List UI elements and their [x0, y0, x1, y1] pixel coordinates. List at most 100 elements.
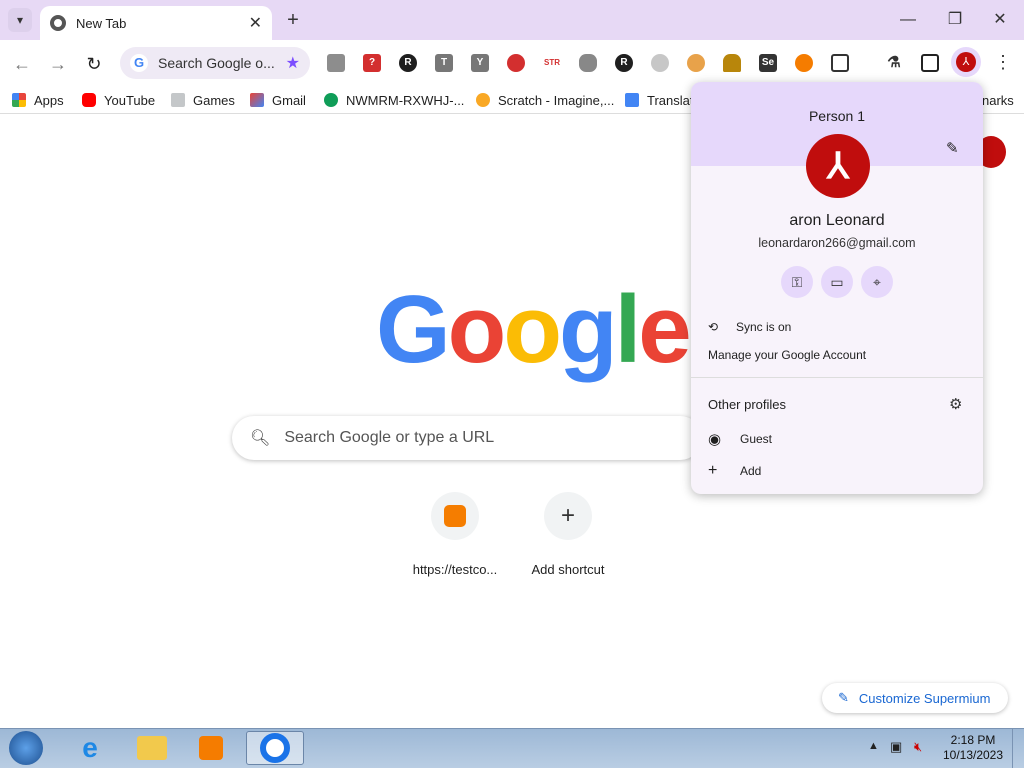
volume-muted-icon[interactable]: 🔇︎	[914, 739, 922, 755]
reload-button[interactable]: ↻	[82, 52, 106, 76]
key-icon: ⚿	[791, 273, 803, 290]
bookmark-label: Games	[193, 92, 235, 108]
network-icon[interactable]: ▣	[890, 739, 902, 755]
bookmark-nwmrm[interactable]: NWMRM-RXWHJ-...	[324, 91, 464, 109]
tab-title: New Tab	[76, 15, 127, 31]
bookmark-translate[interactable]: Translat	[625, 91, 693, 109]
customize-button[interactable]: ✎ Customize Supermium	[822, 683, 1008, 713]
shortcut-circle	[431, 492, 479, 540]
chrome-icon	[50, 15, 66, 31]
bookmark-other[interactable]: narks	[982, 91, 1014, 109]
minimize-button[interactable]: —	[888, 8, 928, 32]
other-profiles-label: Other profiles	[708, 397, 787, 412]
clock[interactable]: 2:18 PM 10/13/2023	[940, 733, 1006, 763]
add-shortcut-tile[interactable]: + Add shortcut	[513, 492, 623, 577]
cloud-icon[interactable]	[651, 54, 669, 72]
bookmark-star-icon[interactable]: ★	[286, 53, 300, 73]
show-desktop-button[interactable]	[1012, 729, 1024, 768]
taskbar-ie[interactable]: e	[68, 731, 112, 765]
blogger-icon	[444, 505, 466, 527]
add-profile-item[interactable]: + Add	[708, 462, 761, 480]
browser-icon	[260, 733, 290, 763]
new-tab-button[interactable]: +	[282, 9, 304, 31]
search-placeholder: Search Google or type a URL	[284, 429, 495, 446]
restore-button[interactable]: ❐	[935, 8, 975, 32]
shortcut-label: Add shortcut	[531, 562, 605, 577]
taskbar-media-player[interactable]	[189, 731, 233, 765]
bookmark-label: YouTube	[104, 92, 156, 108]
google-icon: G	[130, 54, 148, 72]
sync-icon: ⟲	[708, 320, 719, 334]
menu-icon[interactable]: ⋮	[994, 52, 1012, 74]
show-hidden-icons[interactable]: ▲	[868, 740, 879, 752]
database-icon[interactable]	[579, 54, 597, 72]
taskbar-chrome[interactable]	[246, 731, 304, 765]
customize-label: Customize Supermium	[858, 690, 991, 706]
logo-letter: l	[614, 276, 642, 383]
ntp-search-box[interactable]: 🔍︎ Search Google or type a URL	[232, 416, 702, 460]
se-icon[interactable]: Se	[759, 54, 777, 72]
tab-search-button[interactable]: ▾	[8, 8, 32, 32]
extensions-icon[interactable]	[831, 54, 849, 72]
addresses-button[interactable]: ⌖	[861, 266, 893, 298]
bookmark-label: Scratch - Imagine,...	[498, 92, 615, 108]
windows-logo-icon	[9, 731, 43, 765]
scratch-icon	[476, 93, 490, 107]
gimp-icon[interactable]	[327, 54, 345, 72]
media-player-icon	[199, 736, 223, 760]
ball-icon[interactable]	[795, 54, 813, 72]
credit-card-icon: ▭	[830, 273, 844, 290]
back-button[interactable]: ←	[10, 52, 34, 76]
person-icon: ◉	[708, 431, 722, 448]
r-icon[interactable]: R	[399, 54, 417, 72]
shortcut-tile[interactable]: https://testco...	[400, 492, 510, 577]
taskbar-explorer[interactable]	[130, 731, 174, 765]
divider	[691, 377, 983, 378]
logo-letter: g	[558, 276, 618, 383]
r2-icon[interactable]: R	[615, 54, 633, 72]
passwords-button[interactable]: ⚿	[781, 266, 813, 298]
sync-label: Sync is on	[736, 320, 792, 334]
bookmark-games[interactable]: Games	[171, 91, 235, 109]
pencil-icon[interactable]	[723, 54, 741, 72]
guest-label: Guest	[740, 432, 773, 446]
profile-label: Person 1	[808, 108, 866, 124]
close-tab-icon[interactable]: ✕	[249, 13, 262, 33]
profile-button[interactable]: ⅄	[951, 47, 981, 77]
bookmark-apps[interactable]: Apps	[12, 91, 64, 109]
edit-profile-icon[interactable]: ✎	[946, 139, 959, 157]
guest-profile-item[interactable]: ◉ Guest	[708, 430, 772, 448]
y-icon[interactable]: Y	[471, 54, 489, 72]
t-icon[interactable]: T	[435, 54, 453, 72]
manage-account-link[interactable]: Manage your Google Account	[708, 348, 866, 362]
flask-icon[interactable]: ⚗	[885, 54, 903, 72]
burger-icon[interactable]	[687, 54, 705, 72]
bookmark-youtube[interactable]: YouTube	[82, 91, 155, 109]
chevron-down-icon: ▾	[16, 13, 24, 27]
location-icon: ⌖	[873, 273, 881, 290]
redshape-icon[interactable]	[507, 54, 525, 72]
bookmark-label: Apps	[34, 92, 64, 108]
omnibox[interactable]: G Search Google o... ★	[120, 47, 310, 79]
folder-icon	[137, 736, 167, 760]
apps-grid-icon	[12, 93, 26, 107]
tab-new-tab[interactable]: New Tab ✕	[40, 6, 272, 40]
profile-avatar-icon: ⅄	[956, 52, 976, 72]
translate-icon	[625, 93, 639, 107]
add-label: Add	[740, 464, 762, 478]
bookmark-gmail[interactable]: Gmail	[250, 91, 306, 109]
sync-row[interactable]: ⟲ Sync is on	[708, 320, 791, 334]
start-button[interactable]	[6, 731, 46, 765]
bookmark-scratch[interactable]: Scratch - Imagine,...	[476, 91, 614, 109]
payments-button[interactable]: ▭	[821, 266, 853, 298]
shortcut-circle: +	[544, 492, 592, 540]
other-profiles-heading: Other profiles	[708, 397, 786, 412]
games-icon	[171, 93, 185, 107]
str-icon[interactable]: STR	[543, 54, 561, 72]
bookmark-label: narks	[982, 92, 1014, 108]
gear-icon[interactable]: ⚙	[949, 395, 962, 413]
puzzle-red-icon[interactable]: ?	[363, 54, 381, 72]
close-window-button[interactable]: ✕	[980, 8, 1020, 32]
forward-button[interactable]: →	[46, 52, 70, 76]
sidepanel-icon[interactable]	[921, 54, 939, 72]
